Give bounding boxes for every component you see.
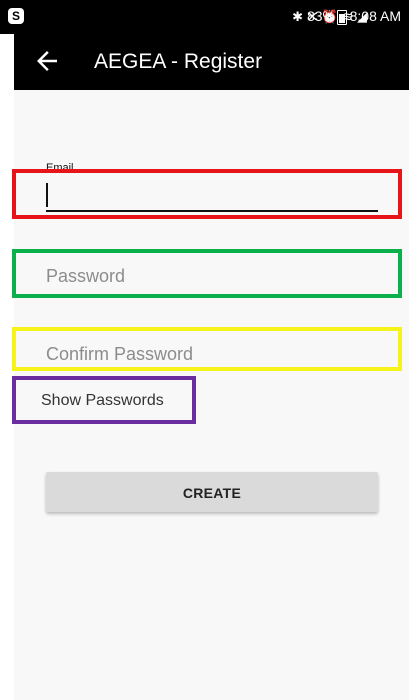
battery-icon [337,10,347,25]
page-title: AEGEA - Register [94,50,263,73]
arrow-left-icon[interactable] [32,46,62,76]
skype-notification-icon: S [8,8,24,24]
bluetooth-icon: ✱ [292,9,303,24]
register-form: Email Show Passwords CREATE [12,90,409,700]
battery-percent: 83% [306,8,335,24]
status-time: 8:08 AM [349,8,401,24]
status-bar: S ✱ ✕ ⏰ ≋ ◢ 83% 8:08 AM [0,0,409,34]
app-bar: AEGEA - Register [14,34,409,90]
show-passwords-highlight-box [12,376,196,424]
password-highlight-box [12,249,402,298]
email-highlight-box [12,169,402,219]
confirm-password-highlight-box [12,327,402,371]
create-button[interactable]: CREATE [46,472,378,512]
